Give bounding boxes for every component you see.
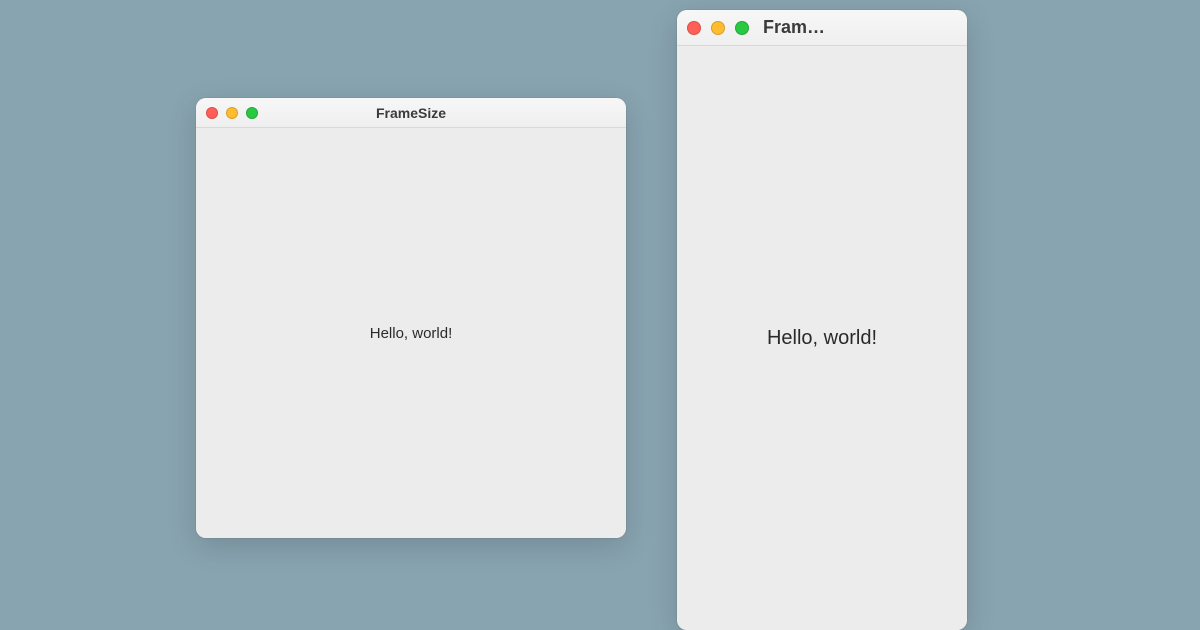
content-text-right: Hello, world!	[767, 327, 877, 350]
window-right: Fram… Hello, world!	[677, 10, 967, 630]
content-text-left: Hello, world!	[370, 325, 453, 342]
window-content-right: Hello, world!	[677, 46, 967, 630]
window-content-left: Hello, world!	[196, 128, 626, 538]
traffic-lights-left	[206, 107, 258, 119]
window-title-right: Fram…	[763, 17, 825, 38]
minimize-icon[interactable]	[711, 21, 725, 35]
titlebar-right[interactable]: Fram…	[677, 10, 967, 46]
minimize-icon[interactable]	[226, 107, 238, 119]
close-icon[interactable]	[687, 21, 701, 35]
window-left: FrameSize Hello, world!	[196, 98, 626, 538]
titlebar-left[interactable]: FrameSize	[196, 98, 626, 128]
traffic-lights-right	[687, 21, 749, 35]
fullscreen-icon[interactable]	[735, 21, 749, 35]
fullscreen-icon[interactable]	[246, 107, 258, 119]
window-title-left: FrameSize	[196, 105, 626, 121]
close-icon[interactable]	[206, 107, 218, 119]
